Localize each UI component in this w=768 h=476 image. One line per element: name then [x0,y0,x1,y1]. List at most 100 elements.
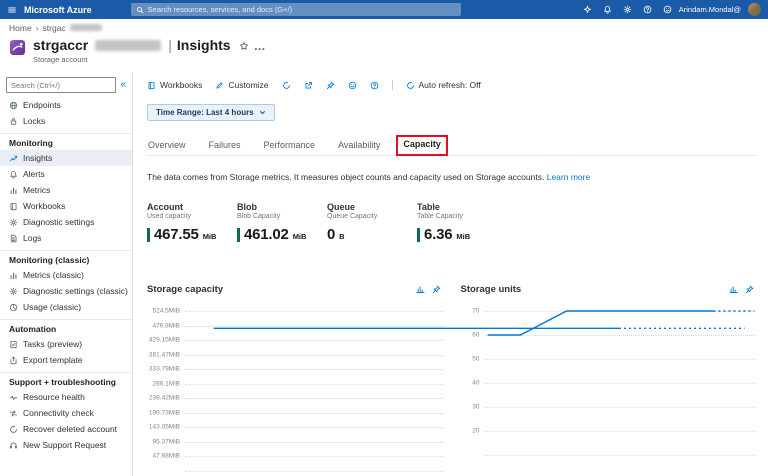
sidebar-item-new-support-request[interactable]: New Support Request [0,437,132,453]
favorite-star-icon[interactable] [239,41,249,51]
sidebar-item-alerts[interactable]: Alerts [0,166,132,182]
sidebar-item-label: Export template [23,355,83,365]
edit-icon [215,81,224,90]
tab-failures[interactable]: Failures [208,140,242,155]
redacted-text [95,40,161,51]
metric-value: 6.36MiB [417,226,507,242]
usage-icon [9,303,18,312]
sidebar-item-logs[interactable]: Logs [0,230,132,246]
toolbar-customize[interactable]: Customize [215,80,268,90]
logs-icon [9,234,18,243]
breadcrumb-home[interactable]: Home [9,23,32,33]
chart-plot [185,311,443,471]
workbooks-icon [9,202,18,211]
sidebar-item-diagnostic-settings-classic[interactable]: Diagnostic settings (classic) [0,283,132,299]
copilot-icon[interactable] [583,5,592,14]
insights-tabs: Overview Failures Performance Availability C… [147,134,756,156]
sidebar-item-label: Logs [23,233,41,243]
pin-button[interactable] [326,81,335,90]
help-button[interactable] [370,81,379,90]
gridline [485,455,757,456]
auto-refresh-icon [406,81,415,90]
pin-icon[interactable] [432,285,441,294]
hamburger-icon[interactable] [7,5,17,15]
search-icon [136,1,144,19]
y-axis-label: 190.73MiB [149,409,180,416]
sidebar-item-label: Insights [23,153,52,163]
metric-value: 467.55MiB [147,226,237,242]
metric-spark-bar [417,228,420,242]
bar-chart-icon[interactable] [416,285,425,294]
info-text: The data comes from Storage metrics. It … [147,172,756,182]
toolbar-label: Auto refresh: Off [419,80,481,90]
y-axis: 706050403020 [461,311,485,455]
sidebar-item-insights[interactable]: Insights [0,150,132,166]
sidebar-search-input[interactable] [6,77,116,93]
metric-card-blob: BlobBlob Capacity461.02MiB [237,202,327,242]
collapse-sidebar-button[interactable]: « [120,80,126,90]
feedback-button[interactable] [348,81,357,90]
tab-overview[interactable]: Overview [147,140,187,155]
capacity-metric-cards: AccountUsed capacity467.55MiBBlobBlob Ca… [147,202,756,242]
toolbar-auto-refresh-off[interactable]: Auto refresh: Off [406,80,481,90]
portal-top-bar: Microsoft Azure Arindam.Mondal@ [0,0,768,19]
sidebar-item-tasks-preview[interactable]: Tasks (preview) [0,336,132,352]
bar-chart-icon[interactable] [729,285,738,294]
sidebar-item-resource-health[interactable]: Resource health [0,389,132,405]
pin-icon[interactable] [745,285,754,294]
sidebar-item-metrics[interactable]: Metrics [0,182,132,198]
recover-icon [9,425,18,434]
y-axis-label: 143.05MiB [149,424,180,431]
toolbar-workbooks[interactable]: Workbooks [147,80,202,90]
y-axis-label: 60 [472,332,479,339]
global-search-input[interactable] [148,5,456,14]
chart-storage-capacity: Storage capacity 524.5MiB476.8MiB429.15Mi… [147,284,443,471]
tab-performance[interactable]: Performance [263,140,317,155]
more-icon[interactable]: … [254,41,267,51]
sidebar-item-diagnostic-settings[interactable]: Diagnostic settings [0,214,132,230]
refresh-button[interactable] [282,81,291,90]
metrics-icon [9,271,18,280]
chart-title: Storage capacity [147,284,223,295]
y-axis: 524.5MiB476.8MiB429.15MiB381.47MiB333.79… [147,311,185,471]
sidebar-item-metrics-classic[interactable]: Metrics (classic) [0,267,132,283]
metric-number: 461.02 [244,227,289,242]
y-axis-label: 381.47MiB [149,351,180,358]
share-button[interactable] [304,81,313,90]
help-icon[interactable] [643,5,652,14]
learn-more-link[interactable]: Learn more [547,172,590,182]
global-search[interactable] [131,3,461,16]
breadcrumb: Home › strgac [0,19,768,36]
feedback-icon[interactable] [663,5,672,14]
sidebar-section-header: Monitoring (classic) [0,250,132,267]
y-axis-label: 40 [472,380,479,387]
metric-value: 0B [327,226,417,242]
sidebar-item-connectivity-check[interactable]: Connectivity check [0,405,132,421]
account-name[interactable]: Arindam.Mondal@ [679,5,741,14]
gridline [185,471,443,472]
sidebar-item-label: Metrics (classic) [23,270,84,280]
metric-card-queue: QueueQueue Capacity0B [327,202,417,242]
sidebar-item-export-template[interactable]: Export template [0,352,132,368]
notifications-icon[interactable] [603,5,612,14]
sidebar-section-header: Automation [0,319,132,336]
sidebar-item-endpoints[interactable]: Endpoints [0,97,132,113]
toolbar-label: Workbooks [160,80,202,90]
time-range-pill[interactable]: Time Range: Last 4 hours [147,104,275,121]
settings-icon[interactable] [623,5,632,14]
metrics-icon [9,186,18,195]
sidebar-item-locks[interactable]: Locks [0,113,132,129]
sidebar-item-workbooks[interactable]: Workbooks [0,198,132,214]
sidebar-item-label: Metrics [23,185,50,195]
workbooks-icon [147,81,156,90]
breadcrumb-current[interactable]: strgac [43,23,66,33]
azure-brand[interactable]: Microsoft Azure [24,5,92,15]
sidebar-item-label: Locks [23,116,45,126]
sidebar-item-usage-classic[interactable]: Usage (classic) [0,299,132,315]
feedback-icon [348,81,357,90]
tab-availability[interactable]: Availability [337,140,381,155]
sidebar-item-recover-deleted-account[interactable]: Recover deleted account [0,421,132,437]
avatar[interactable] [748,3,761,16]
tab-capacity[interactable]: Capacity [402,139,442,156]
top-bar-icons [583,5,672,14]
